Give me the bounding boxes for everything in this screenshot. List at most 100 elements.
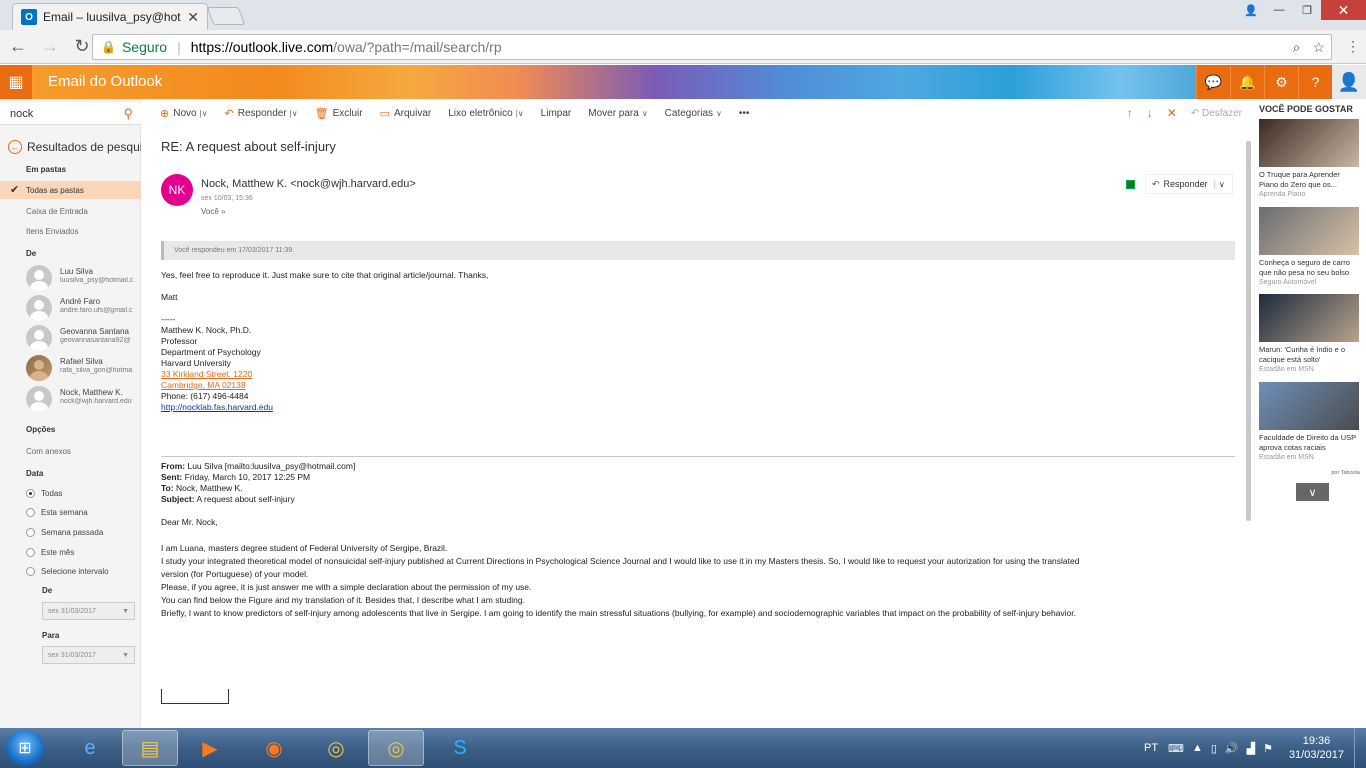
sender-name[interactable]: Nock, Matthew K. <nock@wjh.harvard.edu> — [201, 178, 416, 190]
person-filter-item[interactable]: André Faro andre.faro.ufs@gmail.c — [26, 295, 141, 323]
chat-icon[interactable]: 💬 — [1196, 65, 1230, 99]
clock[interactable]: 19:36 31/03/2017 — [1289, 734, 1344, 762]
sig-phone: Phone: (617) 496-4484 — [161, 391, 249, 401]
date-option-label: Selecione intervalo — [41, 567, 109, 576]
keyboard-icon[interactable]: ⌨ — [1168, 742, 1184, 755]
reply-label: Responder — [1163, 179, 1208, 189]
help-icon[interactable]: ? — [1298, 65, 1332, 99]
ad-item[interactable]: O Truque para Aprender Piano do Zero que… — [1259, 119, 1359, 198]
app-title[interactable]: Email do Outlook — [48, 73, 162, 90]
flag-icon[interactable]: ⚑ — [1263, 742, 1273, 755]
from-date-select[interactable]: sex 31/03/2017 ▼ — [42, 602, 135, 620]
chevron-down-icon[interactable]: ∨ — [1296, 483, 1329, 501]
search-results-header[interactable]: ← Resultados de pesquisa — [8, 140, 141, 154]
date-option-last-week[interactable]: Semana passada — [26, 528, 103, 537]
reading-pane-scrollbar[interactable] — [1246, 141, 1251, 521]
reply-button[interactable]: ↶ Responder |∨ — [225, 107, 298, 120]
date-option-this-week[interactable]: Esta semana — [26, 508, 88, 517]
language-indicator[interactable]: PT — [1144, 742, 1158, 754]
categories-button[interactable]: Categorias ∨ — [665, 108, 722, 119]
ad-item[interactable]: Faculdade de Direito da USP aprova cotas… — [1259, 382, 1359, 461]
window-controls: 👤 — ❐ ✕ — [1237, 0, 1366, 20]
new-button[interactable]: ⊕ Novo |∨ — [160, 107, 208, 120]
results-title: Resultados de pesquisa — [27, 140, 141, 154]
delete-button[interactable]: 🗑 Excluir — [315, 107, 363, 120]
folder-all-folders[interactable]: ✔ Todas as pastas — [0, 181, 141, 199]
maximize-button[interactable]: ❐ — [1293, 0, 1321, 20]
network-icon[interactable]: ▟ — [1247, 742, 1255, 755]
ads-provider[interactable]: por Taboola — [1331, 470, 1360, 476]
user-icon[interactable]: 👤 — [1237, 0, 1265, 20]
date-option-all[interactable]: Todas — [26, 489, 62, 498]
body-line: Yes, feel free to reproduce it. Just mak… — [161, 270, 489, 280]
window-close-button[interactable]: ✕ — [1321, 0, 1366, 20]
firefox-icon[interactable]: ◉ — [246, 730, 302, 766]
media-player-icon[interactable]: ▶ — [182, 730, 238, 766]
start-button[interactable]: ⊞ — [6, 730, 44, 766]
person-filter-item[interactable]: Rafael Silva rafa_silva_gon@hotma — [26, 355, 141, 383]
reply-message-button[interactable]: ↶ Responder | ∨ — [1145, 174, 1233, 194]
back-button[interactable]: ← — [4, 33, 32, 61]
arrow-down-icon[interactable]: ↓ — [1147, 106, 1153, 120]
sig-website-link[interactable]: http://nocklab.fas.harvard.edu — [161, 402, 273, 413]
trash-icon: 🗑 — [314, 107, 329, 120]
chevron-down-icon[interactable]: |∨ — [516, 109, 524, 118]
archive-button[interactable]: ▭ Arquivar — [380, 107, 432, 120]
gear-icon[interactable]: ⚙ — [1264, 65, 1298, 99]
arrow-up-icon[interactable]: ↑ — [1127, 106, 1133, 120]
zoom-icon[interactable]: ⌕ — [1293, 39, 1301, 56]
browser-tab[interactable]: O Email – luusilva_psy@hot ✕ — [12, 3, 208, 30]
bookmark-star-icon[interactable]: ☆ — [1312, 39, 1325, 56]
ad-item[interactable]: Marun: 'Cunha é índio e o cacique está s… — [1259, 294, 1359, 373]
chevron-down-icon[interactable]: ∨ — [1219, 180, 1225, 189]
chevron-down-icon[interactable]: |∨ — [290, 109, 298, 118]
clean-button[interactable]: Limpar — [541, 108, 572, 119]
sig-address-link[interactable]: Cambridge, MA 02138 — [161, 380, 273, 391]
close-icon[interactable]: ✕ — [1167, 106, 1177, 120]
more-actions-button[interactable]: ••• — [739, 108, 750, 119]
folder-inbox[interactable]: Caixa de Entrada — [26, 207, 88, 216]
new-tab-button[interactable] — [206, 7, 246, 25]
date-option-range[interactable]: Selecione intervalo — [26, 567, 109, 576]
back-arrow-icon[interactable]: ← — [8, 140, 22, 154]
account-avatar[interactable]: 👤 — [1332, 65, 1366, 99]
body-line: Matt — [161, 292, 178, 302]
to-date-select[interactable]: sex 31/03/2017 ▼ — [42, 646, 135, 664]
date-option-this-month[interactable]: Este mês — [26, 548, 74, 557]
chevron-down-icon[interactable]: |∨ — [200, 109, 208, 118]
undo-button[interactable]: ↶ Desfazer — [1191, 108, 1242, 119]
skype-icon[interactable]: S — [432, 730, 488, 766]
chrome-active-icon[interactable]: ◎ — [368, 730, 424, 766]
chrome-menu-icon[interactable]: ⋮ — [1346, 38, 1360, 55]
bell-icon[interactable]: 🔔 — [1230, 65, 1264, 99]
clock-time: 19:36 — [1302, 735, 1331, 747]
volume-icon[interactable]: 🔊 — [1225, 742, 1239, 755]
file-explorer-icon[interactable]: ▤ — [122, 730, 178, 766]
person-filter-item[interactable]: Luu Silva luusilva_psy@hotmail.c — [26, 265, 141, 293]
person-name: Nock, Matthew K. — [60, 388, 123, 397]
app-launcher-icon[interactable]: ▦ — [0, 65, 32, 99]
internet-explorer-icon[interactable]: e — [62, 730, 118, 766]
show-hidden-icons[interactable]: ▲ — [1192, 742, 1203, 754]
ad-item[interactable]: Conheça o seguro de carro que não pesa n… — [1259, 207, 1359, 286]
sender-avatar[interactable]: NK — [161, 174, 193, 206]
address-bar[interactable]: 🔒 Seguro | https://outlook.live.com /owa… — [92, 34, 1332, 60]
with-attachments-filter[interactable]: Com anexos — [26, 447, 71, 456]
search-input[interactable]: nock ⚲ — [0, 103, 141, 125]
move-to-button[interactable]: Mover para ∨ — [588, 108, 647, 119]
battery-icon[interactable]: ▯ — [1211, 742, 1217, 755]
tab-close-icon[interactable]: ✕ — [187, 9, 199, 26]
person-filter-item[interactable]: Nock, Matthew K. nock@wjh.harvard.edu — [26, 386, 141, 414]
message-recipients[interactable]: Você » — [201, 207, 225, 216]
show-desktop-button[interactable] — [1354, 728, 1366, 768]
forward-button[interactable]: → — [36, 33, 64, 61]
search-icon[interactable]: ⚲ — [123, 106, 133, 122]
chrome-icon[interactable]: ◎ — [308, 730, 364, 766]
new-label: Novo — [173, 107, 197, 119]
person-filter-item[interactable]: Geovanna Santana geovannasantana92@ — [26, 325, 141, 353]
folder-sent-items[interactable]: Itens Enviados — [26, 227, 78, 236]
minimize-button[interactable]: — — [1265, 0, 1293, 20]
sig-address-link[interactable]: 33 Kirkland Street, 1220 — [161, 369, 273, 380]
junk-button[interactable]: Lixo eletrônico |∨ — [448, 108, 523, 119]
plus-icon: ⊕ — [160, 107, 170, 120]
